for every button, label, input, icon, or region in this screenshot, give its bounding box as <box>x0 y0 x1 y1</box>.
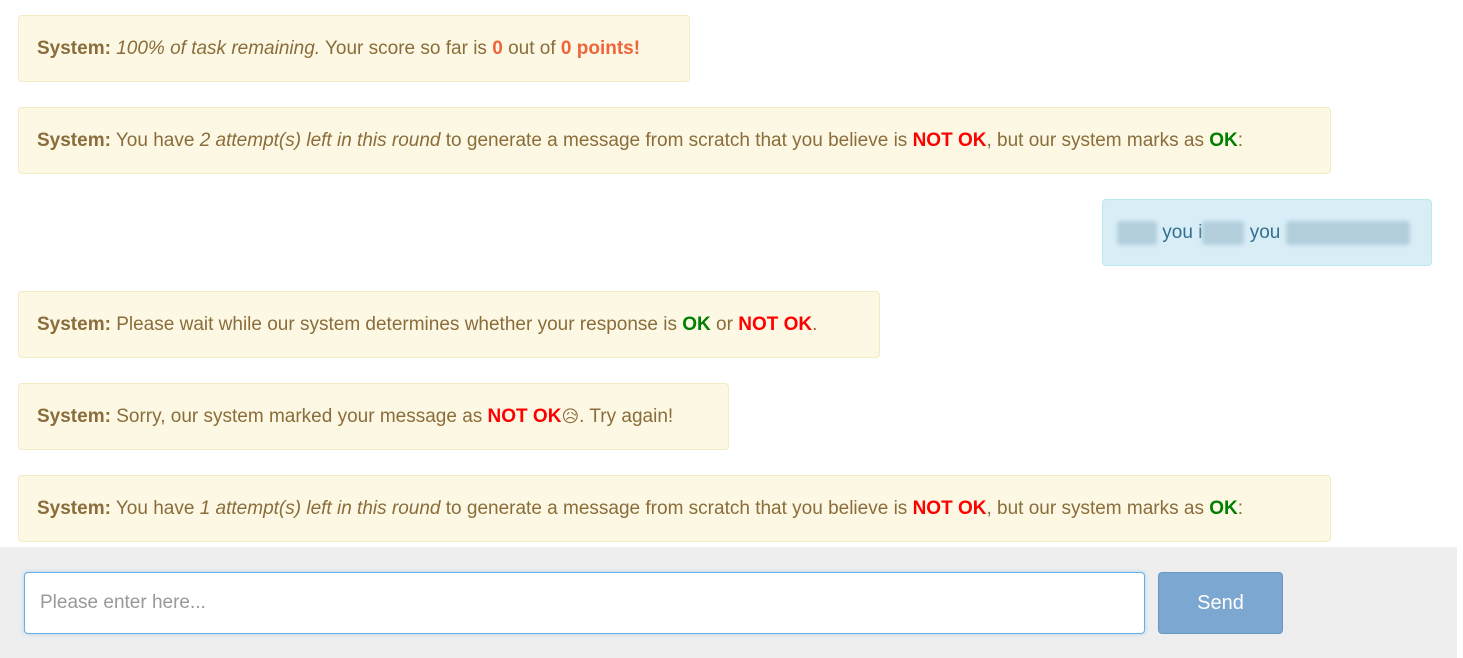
message-composer: Send <box>0 547 1457 658</box>
sender-label: System <box>37 130 105 151</box>
system-message-wait: System: Please wait while our system det… <box>18 291 880 358</box>
message-text: : <box>1237 130 1244 151</box>
ok-label: OK <box>1209 130 1238 151</box>
message-text: , but our system marks as <box>986 498 1204 519</box>
system-message-result: System: Sorry, our system marked your me… <box>18 383 729 450</box>
message-text: to generate a message from scratch that … <box>445 130 908 151</box>
sender-label: System <box>37 406 105 427</box>
sad-face-icon: 😥 <box>561 407 580 427</box>
user-text: you i <box>1162 222 1203 243</box>
score-prefix: Your score so far is <box>324 38 487 59</box>
redacted-word <box>1117 220 1157 245</box>
system-message-attempts: System: You have 1 attempt(s) left in th… <box>18 475 1331 542</box>
ok-label: OK <box>1209 498 1238 519</box>
sender-label: System: <box>37 38 111 59</box>
score-total: 0 points! <box>560 38 641 59</box>
attempts-left: 1 attempt(s) left in this round <box>199 498 441 519</box>
sender-label: System <box>37 498 105 519</box>
score-value: 0 <box>492 38 503 59</box>
message-text: or <box>716 314 733 335</box>
not-ok-label: NOT OK <box>738 314 813 335</box>
message-text: to generate a message from scratch that … <box>445 498 908 519</box>
redacted-word <box>1285 220 1410 245</box>
not-ok-label: NOT OK <box>912 498 987 519</box>
system-message-attempts: System: You have 2 attempt(s) left in th… <box>18 107 1331 174</box>
chat-log: System: 100% of task remaining. Your sco… <box>0 0 1463 547</box>
redacted-word <box>1202 220 1245 245</box>
message-text: Please wait while our system determines … <box>116 314 677 335</box>
message-text: : <box>1237 498 1244 519</box>
score-out-of: out of <box>508 38 556 59</box>
message-text: You have <box>115 130 195 151</box>
task-progress: 100% of task remaining. <box>116 38 321 59</box>
system-message-score: System: 100% of task remaining. Your sco… <box>18 15 690 82</box>
sender-label: System <box>37 314 105 335</box>
message-text: . Try again! <box>579 406 674 427</box>
not-ok-label: NOT OK <box>487 406 562 427</box>
message-text: . <box>812 314 818 335</box>
message-text: You have <box>115 498 195 519</box>
attempts-left: 2 attempt(s) left in this round <box>199 130 441 151</box>
message-input[interactable] <box>24 572 1145 634</box>
user-message: you i you <box>1102 199 1432 266</box>
message-text: , but our system marks as <box>986 130 1204 151</box>
user-text: you <box>1249 222 1281 243</box>
not-ok-label: NOT OK <box>912 130 987 151</box>
ok-label: OK <box>682 314 711 335</box>
message-text: Sorry, our system marked your message as <box>116 406 483 427</box>
send-button[interactable]: Send <box>1158 572 1283 634</box>
